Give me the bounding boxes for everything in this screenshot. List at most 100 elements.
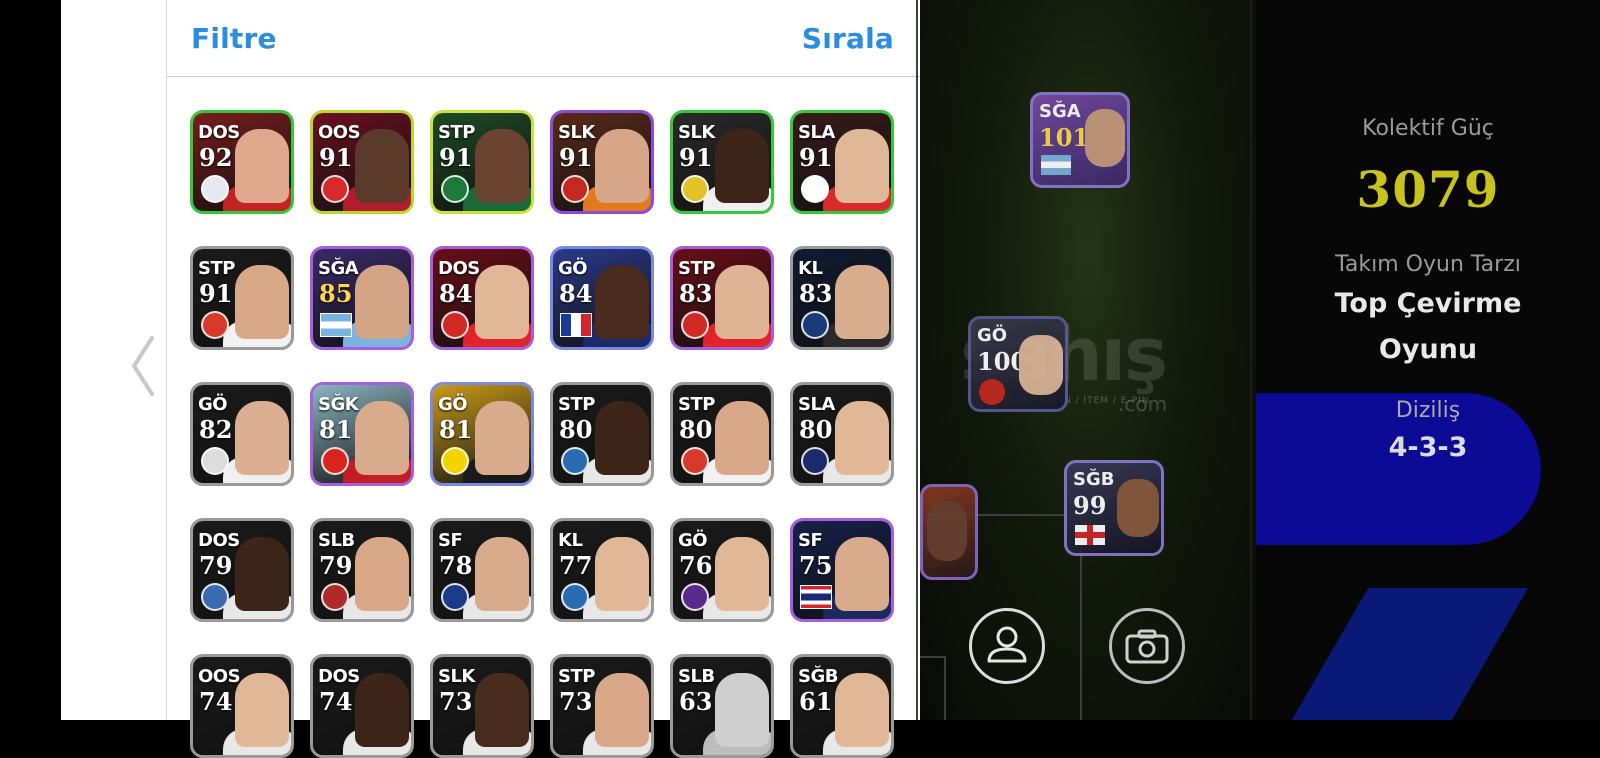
club-badge-icon <box>561 583 589 611</box>
player-card[interactable]: STP 80 <box>670 382 774 486</box>
back-chevron-icon[interactable] <box>128 334 158 398</box>
card-position: GÖ <box>198 394 228 415</box>
player-card[interactable]: OOS 91 <box>310 110 414 214</box>
player-face <box>355 265 409 339</box>
card-rating: 80 <box>559 415 593 444</box>
club-badge-icon <box>681 311 709 339</box>
player-card[interactable]: GÖ 84 <box>550 246 654 350</box>
player-face <box>235 129 289 203</box>
card-rating: 91 <box>439 143 473 172</box>
card-position: GÖ <box>438 394 468 415</box>
card-rating: 75 <box>799 551 833 580</box>
player-card[interactable]: GÖ 76 <box>670 518 774 622</box>
player-card[interactable]: DOS 74 <box>310 654 414 758</box>
player-card[interactable]: SLA 91 <box>790 110 894 214</box>
player-card[interactable]: GÖ 82 <box>190 382 294 486</box>
card-position: GÖ <box>558 258 588 279</box>
player-card[interactable]: STP 91 <box>430 110 534 214</box>
player-card[interactable]: OOS 74 <box>190 654 294 758</box>
club-badge-icon <box>321 583 349 611</box>
collective-power-label: Kolektif Güç <box>1362 116 1494 141</box>
player-face <box>835 401 889 475</box>
pitch-player-card-partial[interactable] <box>920 484 978 580</box>
player-card[interactable]: SĞK 81 <box>310 382 414 486</box>
card-position: SLA <box>798 122 835 143</box>
club-badge-icon <box>681 175 709 203</box>
player-card[interactable]: STP 91 <box>190 246 294 350</box>
card-position: STP <box>198 258 235 279</box>
player-face <box>235 265 289 339</box>
card-position: STP <box>678 394 715 415</box>
card-position: SF <box>798 530 823 551</box>
player-face <box>595 673 649 747</box>
player-card[interactable]: SLA 80 <box>790 382 894 486</box>
filter-button[interactable]: Filtre <box>191 22 277 55</box>
argentina-flag-icon <box>320 313 352 337</box>
card-rating: 83 <box>679 279 713 308</box>
player-face <box>835 673 889 747</box>
club-badge-icon <box>441 175 469 203</box>
card-position: SĞK <box>318 394 359 415</box>
pitch-player-card[interactable]: SĞA 101 <box>1030 92 1130 188</box>
club-badge-icon <box>321 175 349 203</box>
player-card[interactable]: STP 80 <box>550 382 654 486</box>
card-rating: 78 <box>439 551 473 580</box>
team-style-value-line1: Top Çevirme <box>1334 288 1522 319</box>
pitch-player-card[interactable]: GÖ 100 <box>968 316 1068 412</box>
player-face <box>475 537 529 611</box>
club-badge-icon <box>441 583 469 611</box>
player-card[interactable]: SĞA 85 <box>310 246 414 350</box>
card-rating: 76 <box>679 551 713 580</box>
player-card[interactable]: SLK 91 <box>550 110 654 214</box>
player-card[interactable]: SLB 63 <box>670 654 774 758</box>
player-card[interactable]: SLB 79 <box>310 518 414 622</box>
club-badge-icon <box>561 175 589 203</box>
camera-button[interactable] <box>1109 608 1185 684</box>
player-card[interactable]: SĞB 61 <box>790 654 894 758</box>
pitch-card-position: SĞA <box>1039 101 1081 122</box>
player-card[interactable]: STP 83 <box>670 246 774 350</box>
player-face <box>835 129 889 203</box>
sort-button[interactable]: Sırala <box>802 22 894 55</box>
player-face <box>475 265 529 339</box>
player-card[interactable]: DOS 92 <box>190 110 294 214</box>
profile-button[interactable] <box>969 608 1045 684</box>
player-card[interactable]: KL 77 <box>550 518 654 622</box>
card-rating: 61 <box>799 687 833 716</box>
pitch-card-position: SĞB <box>1073 469 1115 490</box>
player-face <box>355 401 409 475</box>
club-badge-icon <box>201 447 229 475</box>
card-rating: 84 <box>439 279 473 308</box>
card-rating: 73 <box>559 687 593 716</box>
card-position: SLA <box>798 394 835 415</box>
player-card[interactable]: SLK 73 <box>430 654 534 758</box>
card-rating: 73 <box>439 687 473 716</box>
player-card[interactable]: DOS 79 <box>190 518 294 622</box>
card-rating: 91 <box>199 279 233 308</box>
player-face <box>715 673 769 747</box>
card-rating: 80 <box>799 415 833 444</box>
player-card[interactable]: SF 75 <box>790 518 894 622</box>
player-card[interactable]: GÖ 81 <box>430 382 534 486</box>
card-rating: 74 <box>319 687 353 716</box>
player-card[interactable]: DOS 84 <box>430 246 534 350</box>
player-card[interactable]: SLK 91 <box>670 110 774 214</box>
player-face <box>235 401 289 475</box>
player-card[interactable]: SF 78 <box>430 518 534 622</box>
player-face <box>475 673 529 747</box>
player-face <box>235 673 289 747</box>
card-rating: 91 <box>559 143 593 172</box>
card-rating: 80 <box>679 415 713 444</box>
person-icon <box>987 626 1027 663</box>
player-card[interactable]: STP 73 <box>550 654 654 758</box>
france-flag-icon <box>560 313 592 337</box>
pitch-player-card[interactable]: SĞB 99 <box>1064 460 1164 556</box>
club-badge-icon <box>201 311 229 339</box>
card-rating: 74 <box>199 687 233 716</box>
england-flag-icon <box>1075 525 1105 545</box>
team-style-value-line2: Oyunu <box>1378 334 1478 365</box>
player-face <box>715 129 769 203</box>
club-badge-icon <box>441 447 469 475</box>
player-face <box>235 537 289 611</box>
player-card[interactable]: KL 83 <box>790 246 894 350</box>
